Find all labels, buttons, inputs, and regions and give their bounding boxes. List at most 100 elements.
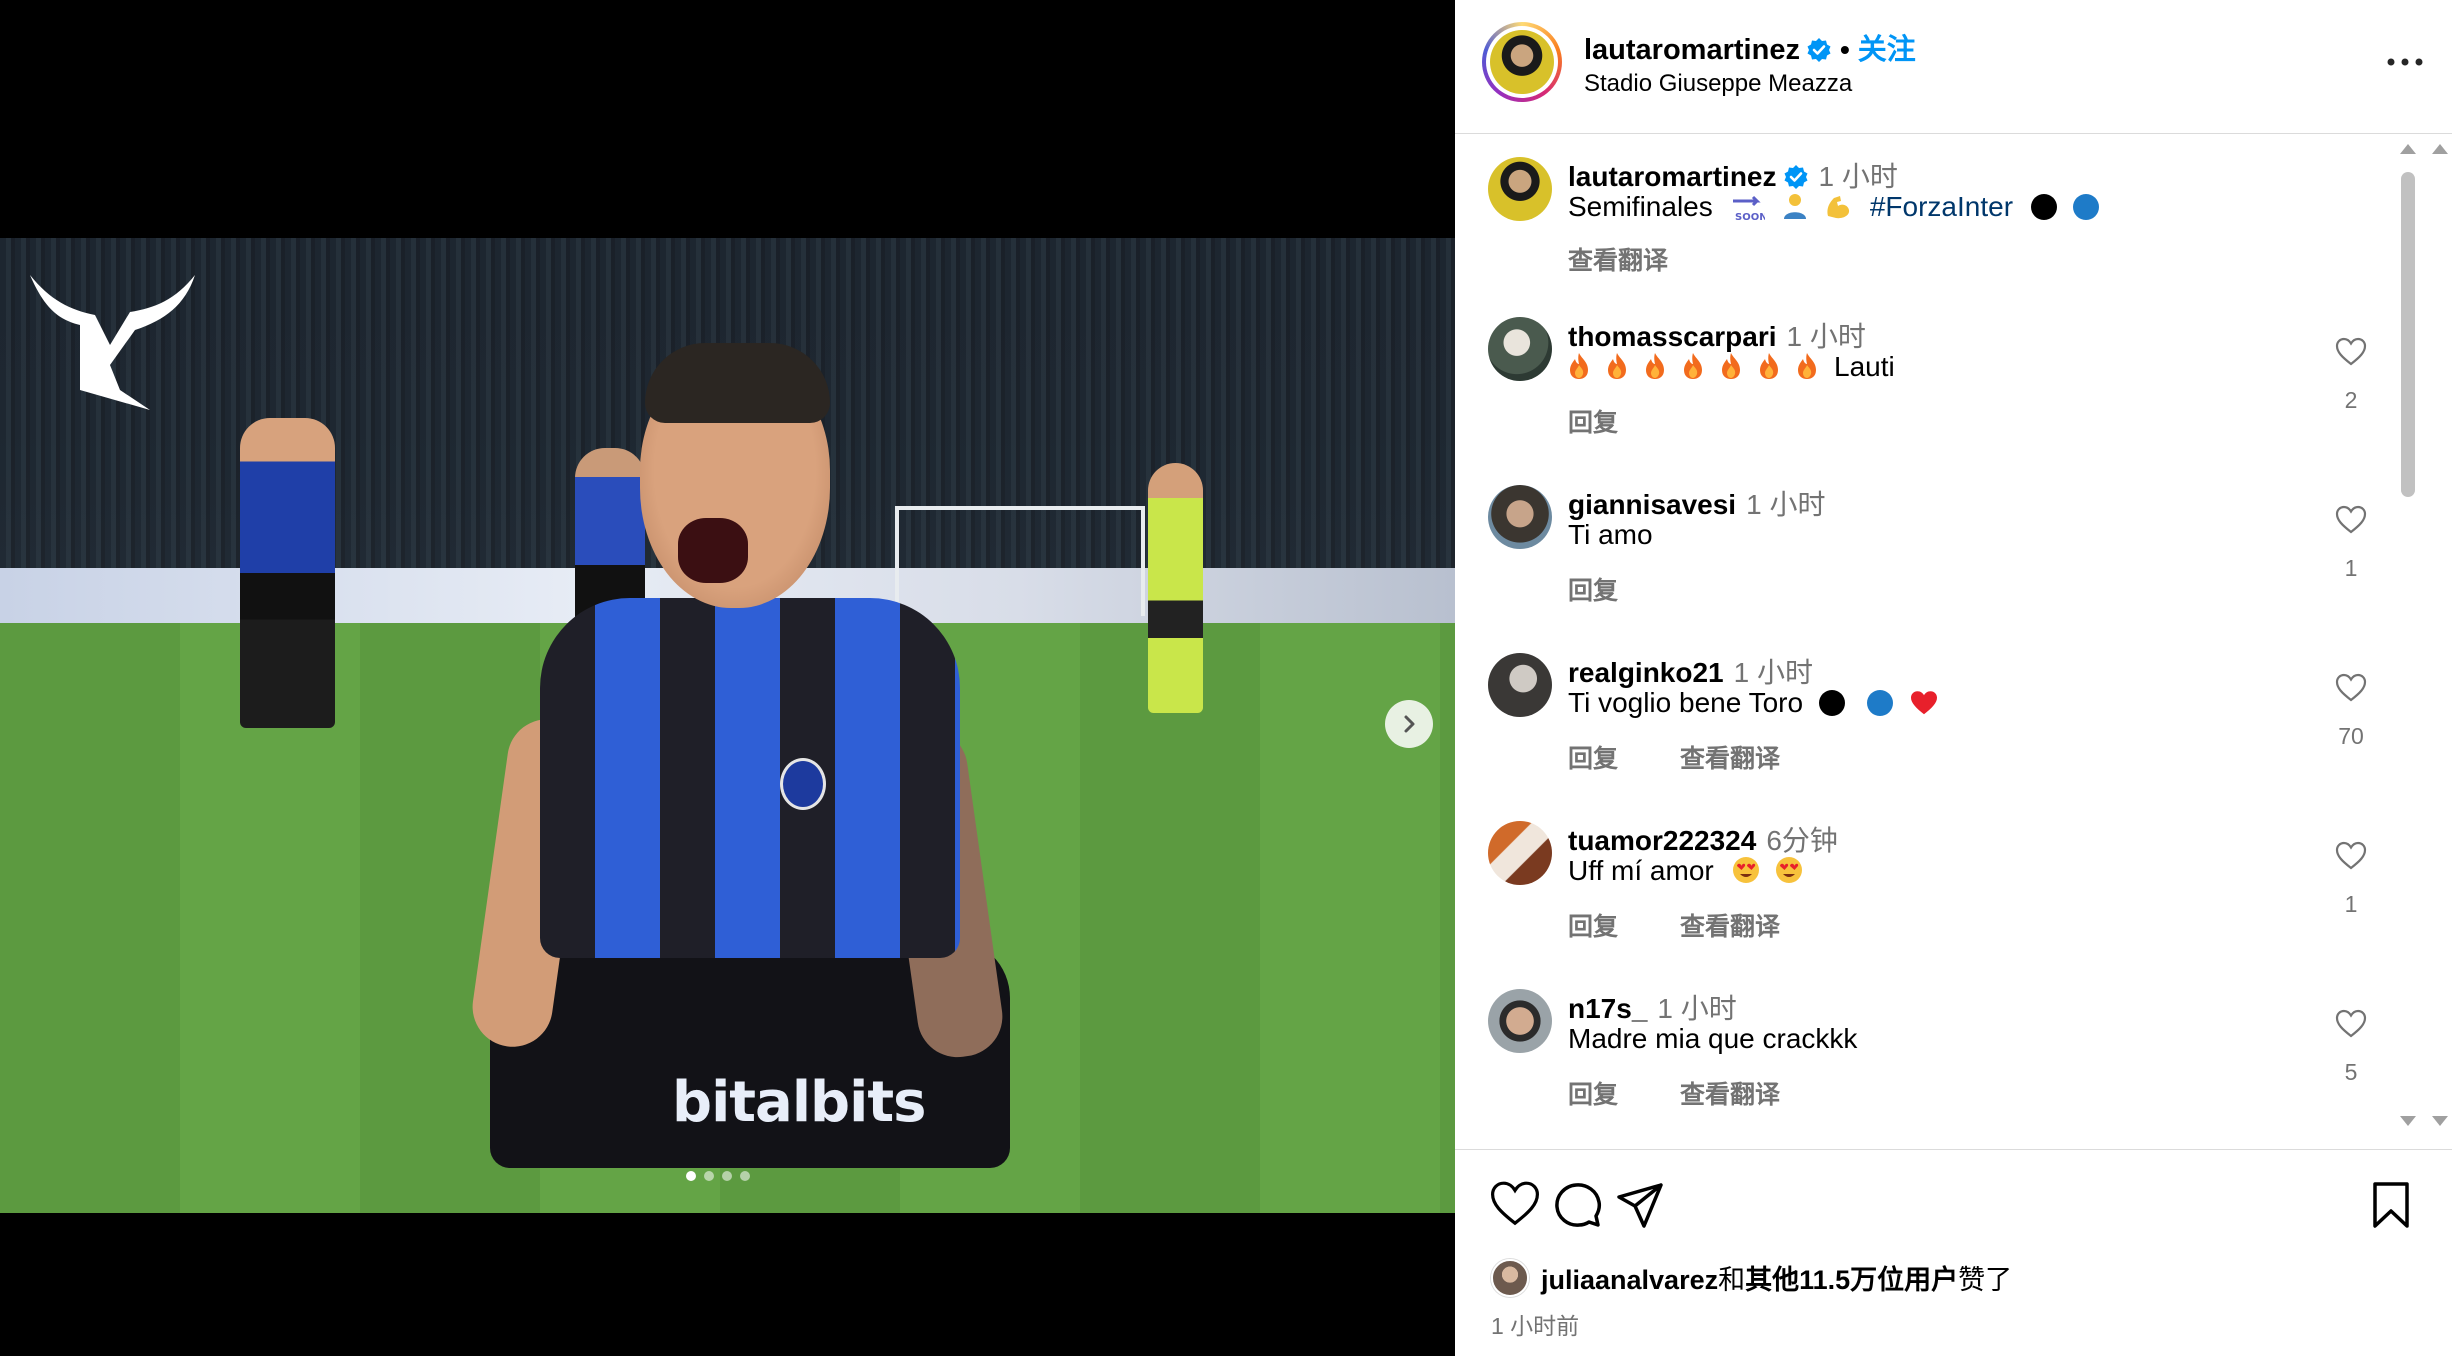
reply-button[interactable]: 回复 [1568,1075,1618,1111]
page-scrollbar[interactable] [2428,140,2448,1130]
comment-time: 1 小时 [1746,489,1826,520]
reply-button[interactable]: 回复 [1568,571,1618,607]
caption-text: Semifinales SOON #ForzaInter [1568,191,2103,223]
player-hair [645,343,830,423]
caption-text-start: Semifinales [1568,191,1713,222]
comment-actions: 回复 查看翻译 [1568,1075,1780,1111]
author-line: lautaromartinez • 关注 [1584,26,1916,68]
comment-like-button[interactable] [2331,673,2371,708]
caption-hashtag[interactable]: #ForzaInter [1870,191,2013,222]
blue-circle-icon [1866,690,1893,716]
carousel-dot [740,1171,750,1181]
comment-avatar[interactable] [1488,989,1552,1053]
flexed-bicep-icon [1824,192,1852,220]
player-shirt [540,598,960,958]
comment-header: thomasscarpari 1 小时 [1568,315,1866,355]
scroll-up-arrow-icon[interactable] [2400,144,2416,154]
liker-username[interactable]: juliaanalvarez [1541,1265,1718,1295]
comment-avatar[interactable] [1488,485,1552,549]
follow-button[interactable]: 关注 [1858,34,1916,66]
media-viewer: bitalbits [0,0,1455,1356]
reply-button[interactable]: 回复 [1568,907,1618,943]
comment-avatar[interactable] [1488,317,1552,381]
scroll-up-arrow-icon[interactable] [2432,144,2448,154]
header-separator: • [1839,34,1850,65]
post-photo[interactable]: bitalbits [0,238,1455,1213]
comment-username[interactable]: thomasscarpari [1568,321,1777,352]
share-button[interactable] [1615,1180,1667,1232]
comment-username[interactable]: tuamor222324 [1568,825,1756,856]
author-avatar[interactable] [1482,22,1562,102]
comment-actions: 回复 [1568,403,1618,439]
comment-header: n17s_ 1 小时 [1568,987,1737,1027]
more-options-button[interactable] [2379,42,2431,82]
comment-header: realginko21 1 小时 [1568,651,1813,691]
comment-text: Uff mí amor [1568,855,1803,887]
comment-item: tuamor222324 6分钟 Uff mí amor 回复 查看翻译 1 [1455,799,2415,967]
scroll-down-arrow-icon[interactable] [2400,1116,2416,1126]
black-circle-icon [2030,194,2057,220]
bookmark-icon [2373,1182,2409,1228]
post-caption: lautaromartinez 1 小时 Semifinales SOON #Fo… [1455,135,2415,295]
comment-like-count: 2 [2344,387,2358,413]
black-circle-icon [1818,690,1845,716]
comment-time: 6分钟 [1766,825,1838,856]
save-button[interactable] [2369,1180,2421,1232]
heart-eyes-emoji-icon [1775,856,1803,884]
caption-avatar[interactable] [1488,157,1552,221]
comment-like-count: 1 [2344,891,2358,917]
see-translation-button[interactable]: 查看翻译 [1568,241,1668,277]
caption-actions: 查看翻译 [1568,241,1668,277]
comment-username[interactable]: realginko21 [1568,657,1724,688]
caption-header: lautaromartinez 1 小时 [1568,155,1898,195]
comments-list[interactable]: lautaromartinez 1 小时 Semifinales SOON #Fo… [1455,135,2452,1148]
comment-like-button[interactable] [2331,337,2371,372]
reply-button[interactable]: 回复 [1568,739,1618,775]
comment-item: thomasscarpari 1 小时 Lauti 回复 2 [1455,295,2415,463]
comment-avatar[interactable] [1488,653,1552,717]
comment-item: n17s_ 1 小时 Madre mia que crackkk 回复 查看翻译 … [1455,967,2415,1135]
comments-scrollbar[interactable] [2396,140,2418,1130]
share-icon [1617,1183,1663,1228]
comment-text: Lauti [1568,351,1895,383]
post-location[interactable]: Stadio Giuseppe Meazza [1584,70,1852,98]
comment-username[interactable]: n17s_ [1568,993,1647,1024]
more-options-icon [2387,58,2423,66]
heart-eyes-emoji-icon [1732,856,1760,884]
comment-like-button[interactable] [2331,1009,2371,1044]
scrollbar-thumb[interactable] [2401,172,2415,497]
comment-actions: 回复 查看翻译 [1568,907,1780,943]
comment-like-button[interactable] [2331,841,2371,876]
player-mouth [678,518,748,583]
likes-others-count[interactable]: 其他11.5万位用户 [1745,1265,1958,1295]
carousel-dot [704,1171,714,1181]
like-button[interactable] [1489,1180,1541,1232]
author-username[interactable]: lautaromartinez [1584,34,1800,66]
comment-text: Ti voglio bene Toro [1568,687,1938,719]
comment-button[interactable] [1552,1180,1604,1232]
comment-avatar[interactable] [1488,821,1552,885]
chevron-right-icon [1404,715,1415,733]
reply-button[interactable]: 回复 [1568,403,1618,439]
scroll-down-arrow-icon[interactable] [2432,1116,2448,1126]
post-timestamp: 1 小时前 [1491,1313,1580,1339]
see-translation-button[interactable]: 查看翻译 [1680,739,1780,775]
blue-circle-icon [2072,194,2099,220]
see-translation-button[interactable]: 查看翻译 [1680,907,1780,943]
see-translation-button[interactable]: 查看翻译 [1680,1075,1780,1111]
likes-text: juliaanalvarez和其他11.5万位用户赞了 [1541,1258,2012,1297]
liker-avatar[interactable] [1491,1258,1529,1297]
comment-header: tuamor222324 6分钟 [1568,819,1838,859]
carousel-next-button[interactable] [1385,700,1433,748]
club-crest [780,758,826,810]
flame-icon [1646,353,1664,379]
likes-summary[interactable]: juliaanalvarez和其他11.5万位用户赞了 [1491,1258,2012,1297]
heart-icon [2335,1009,2367,1038]
comment-text-body: Ti voglio bene Toro [1568,687,1804,718]
comment-username[interactable]: giannisavesi [1568,489,1736,520]
caption-username[interactable]: lautaromartinez [1568,161,1777,192]
comment-like-button[interactable] [2331,505,2371,540]
author-avatar-image [1490,30,1554,94]
heart-icon [2335,337,2367,366]
flame-icon [1570,353,1588,379]
